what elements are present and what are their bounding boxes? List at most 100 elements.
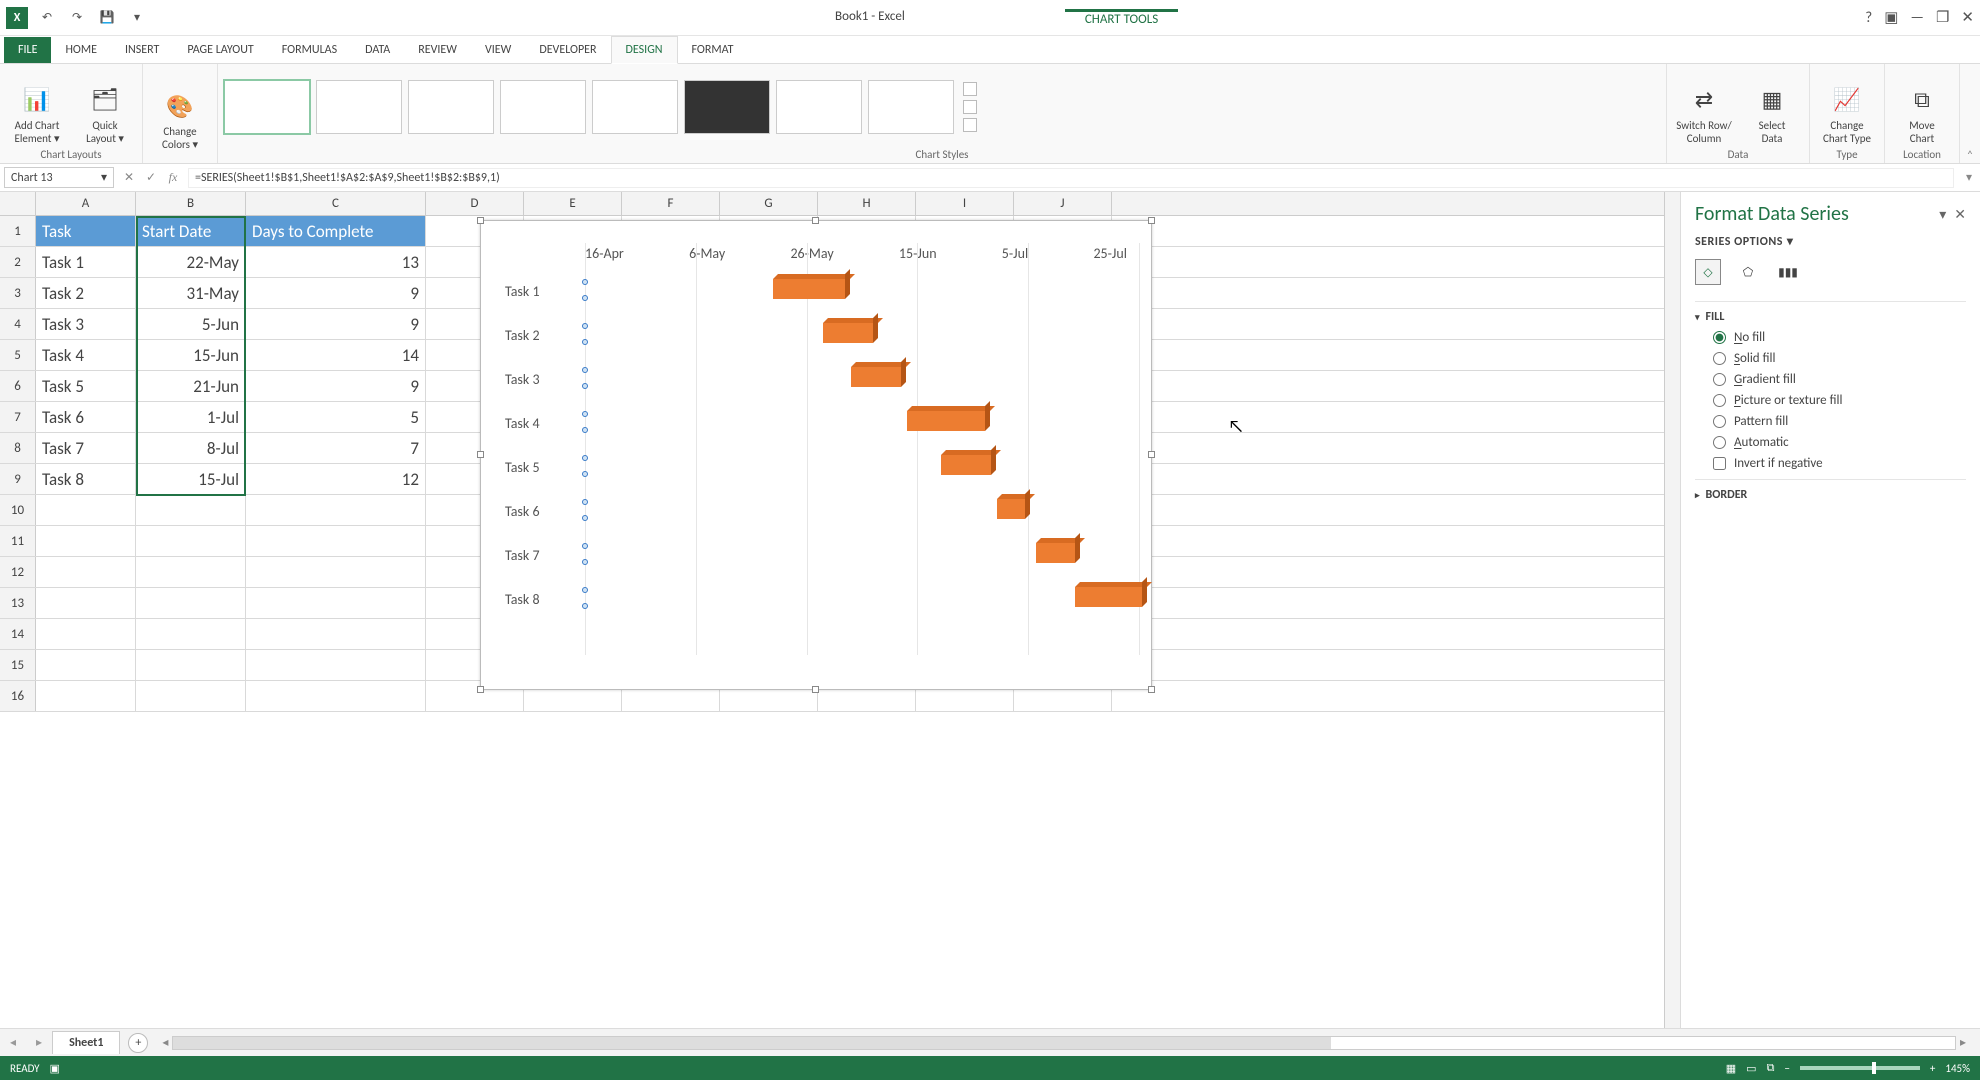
column-header-J[interactable]: J	[1014, 192, 1112, 215]
cell-A8[interactable]: Task 7	[36, 433, 136, 463]
tab-design[interactable]: DESIGN	[611, 36, 678, 64]
select-all-corner[interactable]	[0, 192, 36, 215]
data-bar[interactable]	[773, 279, 845, 299]
cell-A3[interactable]: Task 2	[36, 278, 136, 308]
tab-developer[interactable]: DEVELOPER	[525, 37, 610, 63]
zoom-out-button[interactable]: −	[1784, 1062, 1789, 1075]
sheet-nav-prev-icon[interactable]: ◂	[0, 1035, 26, 1050]
cell-A7[interactable]: Task 6	[36, 402, 136, 432]
resize-handle[interactable]	[1148, 217, 1155, 224]
cell-C15[interactable]	[246, 650, 426, 680]
fill-option-automatic[interactable]: Automatic	[1713, 435, 1966, 450]
cell-B8[interactable]: 8-Jul	[136, 433, 246, 463]
minimize-button[interactable]: —	[1910, 9, 1924, 27]
view-normal-icon[interactable]: ▦	[1726, 1062, 1736, 1075]
cell-A1[interactable]: Task	[36, 216, 136, 246]
resize-handle[interactable]	[812, 686, 819, 693]
undo-button[interactable]: ↶	[36, 7, 58, 29]
tab-data[interactable]: DATA	[351, 37, 404, 63]
cell-B5[interactable]: 15-Jun	[136, 340, 246, 370]
enter-formula-icon[interactable]: ✓	[140, 170, 162, 185]
worksheet-grid[interactable]: ABCDEFGHIJ 1TaskStart DateDays to Comple…	[0, 192, 1664, 1028]
cell-C16[interactable]	[246, 681, 426, 711]
chart-style-7[interactable]	[776, 80, 862, 134]
column-header-C[interactable]: C	[246, 192, 426, 215]
switch-row-column-button[interactable]: ⇄ Switch Row/ Column	[1673, 69, 1735, 145]
maximize-button[interactable]: ❐	[1936, 8, 1949, 27]
change-chart-type-button[interactable]: 📈 Change Chart Type	[1816, 69, 1878, 145]
cell-B4[interactable]: 5-Jun	[136, 309, 246, 339]
cell-A10[interactable]	[36, 495, 136, 525]
save-button[interactable]: 💾	[96, 7, 118, 29]
fill-line-tab-icon[interactable]: ◇	[1695, 259, 1721, 285]
cell-B14[interactable]	[136, 619, 246, 649]
column-header-G[interactable]: G	[720, 192, 818, 215]
formula-input[interactable]: =SERIES(Sheet1!$B$1,Sheet1!$A$2:$A$9,She…	[188, 168, 1954, 188]
styles-scroll-up-icon[interactable]	[963, 82, 977, 96]
cell-B1[interactable]: Start Date	[136, 216, 246, 246]
row-header[interactable]: 15	[0, 650, 36, 680]
chart-style-5[interactable]	[592, 80, 678, 134]
help-button[interactable]: ?	[1865, 9, 1872, 27]
fx-icon[interactable]: fx	[162, 170, 184, 185]
resize-handle[interactable]	[812, 217, 819, 224]
column-header-E[interactable]: E	[524, 192, 622, 215]
chart-style-8[interactable]	[868, 80, 954, 134]
row-header[interactable]: 4	[0, 309, 36, 339]
embedded-chart[interactable]: 16-Apr6-May26-May15-Jun5-Jul25-Jul Task …	[480, 220, 1152, 690]
cell-A13[interactable]	[36, 588, 136, 618]
change-colors-button[interactable]: 🎨 Change Colors ▾	[149, 76, 211, 152]
column-header-I[interactable]: I	[916, 192, 1014, 215]
chart-style-6[interactable]	[684, 80, 770, 134]
zoom-level[interactable]: 145%	[1945, 1062, 1970, 1075]
cell-B6[interactable]: 21-Jun	[136, 371, 246, 401]
macro-record-icon[interactable]: ▣	[50, 1062, 60, 1075]
chevron-down-icon[interactable]: ▾	[101, 170, 107, 185]
redo-button[interactable]: ↷	[66, 7, 88, 29]
cell-B12[interactable]	[136, 557, 246, 587]
cell-A6[interactable]: Task 5	[36, 371, 136, 401]
cell-B10[interactable]	[136, 495, 246, 525]
view-page-layout-icon[interactable]: ▭	[1746, 1062, 1756, 1075]
tab-file[interactable]: FILE	[4, 37, 51, 63]
resize-handle[interactable]	[477, 217, 484, 224]
name-box[interactable]: Chart 13▾	[4, 167, 114, 188]
fill-option-solid-fill[interactable]: Solid fill	[1713, 351, 1966, 366]
cell-B7[interactable]: 1-Jul	[136, 402, 246, 432]
tab-formulas[interactable]: FORMULAS	[268, 37, 351, 63]
chart-style-2[interactable]	[316, 80, 402, 134]
chart-style-3[interactable]	[408, 80, 494, 134]
tab-format[interactable]: FORMAT	[678, 37, 748, 63]
cell-C9[interactable]: 12	[246, 464, 426, 494]
cell-A4[interactable]: Task 3	[36, 309, 136, 339]
cell-B13[interactable]	[136, 588, 246, 618]
horizontal-scrollbar[interactable]: ◂ ▸	[158, 1035, 1970, 1050]
row-header[interactable]: 16	[0, 681, 36, 711]
tab-view[interactable]: VIEW	[471, 37, 525, 63]
cell-C13[interactable]	[246, 588, 426, 618]
row-header[interactable]: 2	[0, 247, 36, 277]
resize-handle[interactable]	[477, 451, 484, 458]
cell-A14[interactable]	[36, 619, 136, 649]
cell-C14[interactable]	[246, 619, 426, 649]
new-sheet-button[interactable]: +	[128, 1033, 148, 1053]
cell-C7[interactable]: 5	[246, 402, 426, 432]
tab-review[interactable]: REVIEW	[404, 37, 471, 63]
resize-handle[interactable]	[1148, 686, 1155, 693]
tab-page-layout[interactable]: PAGE LAYOUT	[173, 37, 267, 63]
resize-handle[interactable]	[477, 686, 484, 693]
cell-B9[interactable]: 15-Jul	[136, 464, 246, 494]
collapse-ribbon-icon[interactable]: ˄	[1960, 64, 1980, 163]
row-header[interactable]: 3	[0, 278, 36, 308]
cell-C2[interactable]: 13	[246, 247, 426, 277]
invert-if-negative-checkbox[interactable]: Invert if negative	[1713, 456, 1966, 471]
cell-C10[interactable]	[246, 495, 426, 525]
plot-area[interactable]: 16-Apr6-May26-May15-Jun5-Jul25-Jul Task …	[495, 235, 1137, 675]
cell-A9[interactable]: Task 8	[36, 464, 136, 494]
cell-C11[interactable]	[246, 526, 426, 556]
cell-C1[interactable]: Days to Complete	[246, 216, 426, 246]
chart-style-1[interactable]	[224, 80, 310, 134]
ribbon-display-button[interactable]: ▣	[1884, 8, 1898, 27]
pane-close-icon[interactable]: ✕	[1954, 206, 1966, 223]
cell-C12[interactable]	[246, 557, 426, 587]
